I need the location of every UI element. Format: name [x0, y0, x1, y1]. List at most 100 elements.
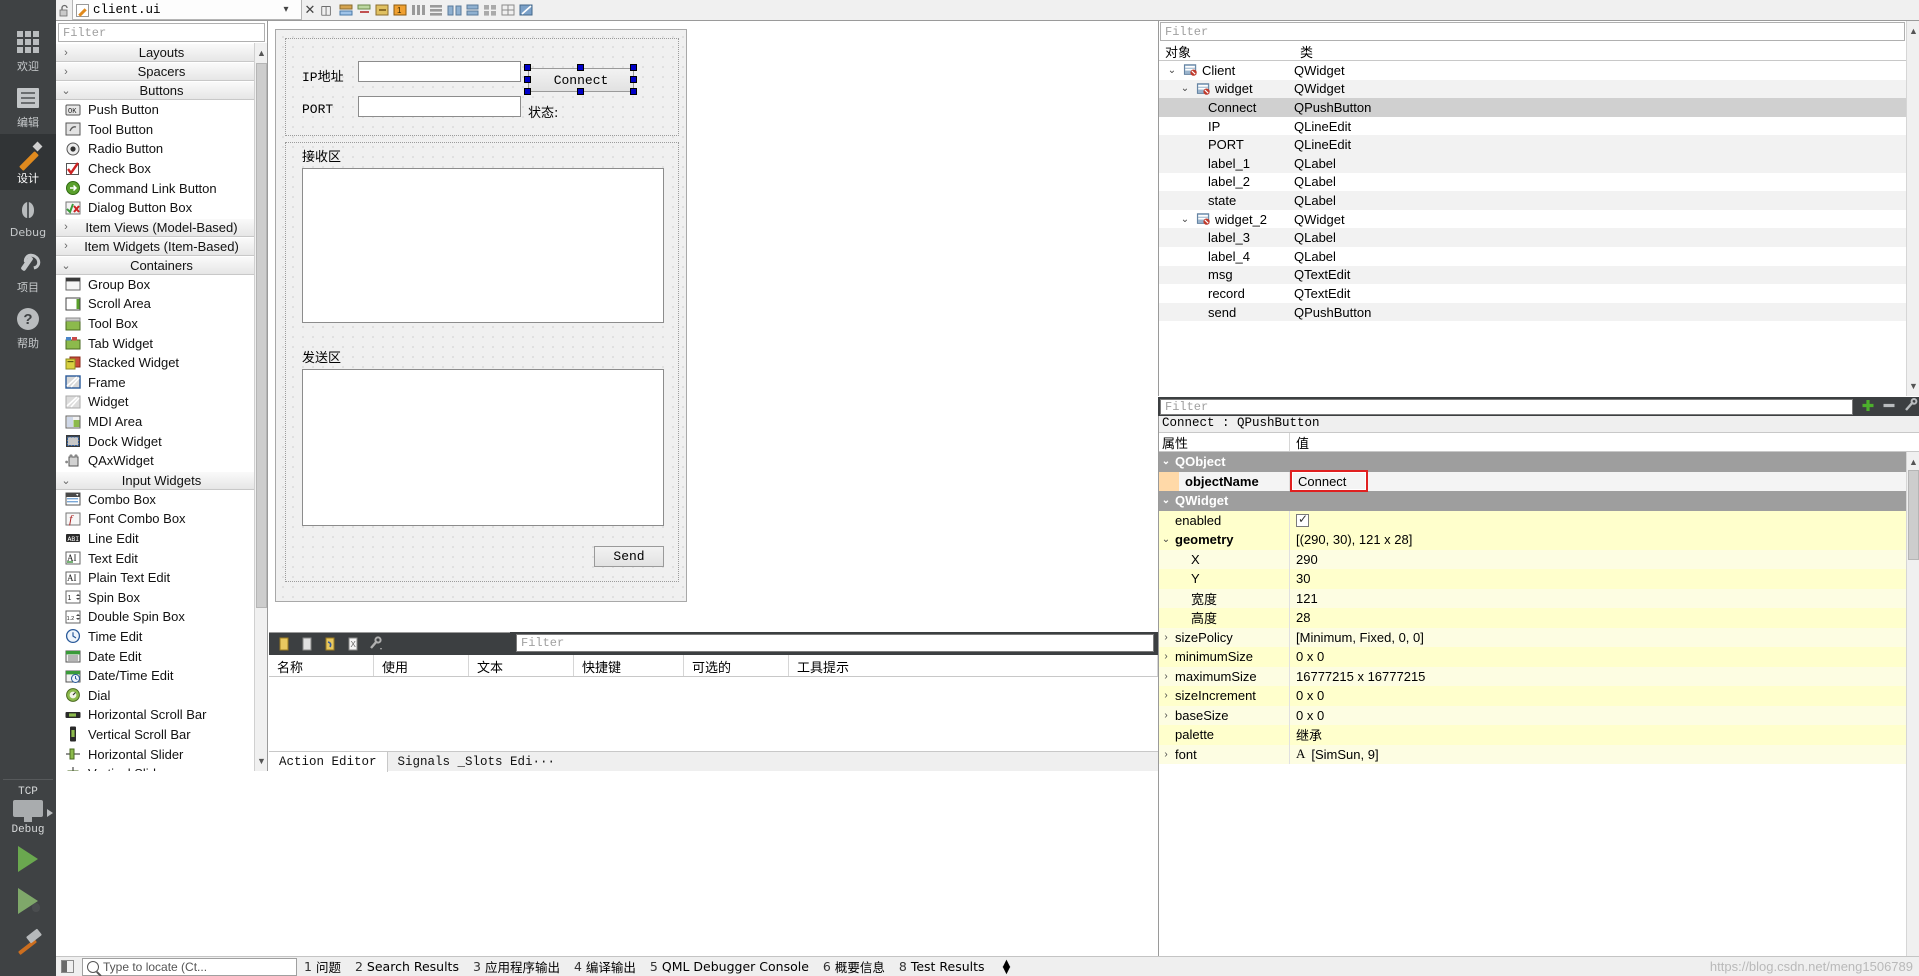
table-row[interactable]: msg QTextEdit: [1159, 265, 1919, 285]
table-row[interactable]: label_2 QLabel: [1159, 173, 1919, 192]
chevron-down-icon[interactable]: ⌄: [1159, 456, 1173, 467]
resize-handle-left[interactable]: [524, 76, 531, 83]
layout-horizontal-icon[interactable]: [428, 2, 445, 19]
table-row[interactable]: record QTextEdit: [1159, 284, 1919, 303]
widget-item-tab-widget[interactable]: Tab Widget: [56, 333, 267, 353]
tab-signals-slots-editor[interactable]: Signals _Slots Edi···: [388, 752, 566, 772]
scroll-down-icon[interactable]: ▼: [1907, 378, 1919, 394]
widget-item-horizontal-scroll-bar[interactable]: Horizontal Scroll Bar: [56, 705, 267, 725]
widget-item-spin-box[interactable]: 1 Spin Box: [56, 587, 267, 607]
form-textedit-record[interactable]: [302, 168, 664, 323]
table-row[interactable]: Connect QPushButton: [1159, 98, 1919, 117]
column-header-used[interactable]: 使用: [374, 655, 469, 676]
copy-icon[interactable]: [298, 635, 316, 653]
action-editor-filter[interactable]: Filter: [516, 634, 1154, 652]
table-row[interactable]: IP QLineEdit: [1159, 117, 1919, 136]
column-header-shortcut[interactable]: 快捷键: [574, 655, 684, 676]
locator-input[interactable]: Type to locate (Ct...: [82, 957, 297, 976]
widget-item-vertical-slider[interactable]: Vertical Slider: [56, 764, 267, 771]
chevron-right-icon[interactable]: ›: [1159, 651, 1173, 662]
object-inspector-scrollbar[interactable]: ▲ ▼: [1906, 21, 1919, 396]
delete-icon[interactable]: X: [344, 635, 362, 653]
property-row-font[interactable]: › font A [SimSun, 9]: [1159, 744, 1919, 764]
column-header-tooltip[interactable]: 工具提示: [789, 655, 1158, 676]
chevron-right-icon[interactable]: ›: [1159, 632, 1173, 643]
widget-item-horizontal-slider[interactable]: Horizontal Slider: [56, 744, 267, 764]
run-button[interactable]: [0, 838, 56, 880]
widget-item-widget[interactable]: Widget: [56, 392, 267, 412]
unlock-icon[interactable]: [56, 0, 72, 20]
resize-handle-bottom-right[interactable]: [630, 88, 637, 95]
table-row[interactable]: send QPushButton: [1159, 302, 1919, 322]
form-label-receive[interactable]: 接收区: [302, 146, 341, 165]
status-tab-test-results[interactable]: 8 Test Results: [892, 957, 992, 976]
edit-signals-slots-icon[interactable]: [356, 2, 373, 19]
widget-item-check-box[interactable]: Check Box: [56, 159, 267, 179]
widget-category-layouts[interactable]: › Layouts: [56, 43, 267, 62]
chevron-down-icon[interactable]: ⌄: [1178, 214, 1192, 225]
table-row[interactable]: label_4 QLabel: [1159, 247, 1919, 266]
property-value[interactable]: [Minimum, Fixed, 0, 0]: [1290, 627, 1919, 647]
widget-box-filter[interactable]: Filter: [58, 23, 265, 42]
property-row-geometry[interactable]: ⌄ geometry [(290, 30), 121 x 28]: [1159, 530, 1919, 550]
form-button-send[interactable]: Send: [594, 546, 664, 567]
status-tab-application-output[interactable]: 3 应用程序输出: [466, 957, 567, 976]
objectname-input[interactable]: Connect: [1290, 470, 1368, 493]
property-row-maximumsize[interactable]: › maximumSize 16777215 x 16777215: [1159, 666, 1919, 686]
status-tabs-overflow-icon[interactable]: ▲ ▼: [992, 957, 1018, 976]
widget-item-scroll-area[interactable]: Scroll Area: [56, 294, 267, 314]
file-tab[interactable]: client.ui ▾: [72, 0, 302, 20]
widget-item-text-edit[interactable]: AI Text Edit: [56, 548, 267, 568]
widget-category-containers[interactable]: ⌄ Containers: [56, 255, 267, 275]
form-window[interactable]: IP地址 PORT Connect 状态: 接收区 发送区 Send: [275, 29, 687, 602]
form-label-send-area[interactable]: 发送区: [302, 347, 341, 366]
widget-item-stacked-widget[interactable]: Stacked Widget: [56, 353, 267, 373]
new-action-icon[interactable]: [275, 635, 293, 653]
property-value[interactable]: [(290, 30), 121 x 28]: [1290, 530, 1919, 550]
property-group-qobject[interactable]: ⌄ QObject: [1159, 452, 1919, 472]
column-header-class[interactable]: 类: [1294, 42, 1919, 61]
widget-item-line-edit[interactable]: ABI Line Edit: [56, 529, 267, 549]
property-row-basesize[interactable]: › baseSize 0 x 0: [1159, 705, 1919, 725]
property-group-qwidget[interactable]: ⌄ QWidget: [1159, 491, 1919, 511]
property-value[interactable]: 290: [1290, 549, 1919, 569]
sidebar-toggle-icon[interactable]: [56, 957, 78, 976]
scrollbar-thumb[interactable]: [256, 63, 267, 608]
widget-box-scrollbar[interactable]: ▲ ▼: [254, 43, 267, 771]
widget-item-tool-box[interactable]: Tool Box: [56, 314, 267, 334]
close-icon[interactable]: ✕: [302, 2, 318, 18]
chevron-down-icon[interactable]: ⌄: [1159, 495, 1173, 506]
mode-design[interactable]: 设计: [0, 134, 56, 190]
property-row-y[interactable]: Y 30: [1159, 569, 1919, 589]
property-value[interactable]: 继承: [1290, 725, 1919, 745]
layout-splitter-h-icon[interactable]: [446, 2, 463, 19]
scroll-down-icon[interactable]: ▼: [255, 753, 267, 769]
property-row-x[interactable]: X 290: [1159, 549, 1919, 569]
widget-item-double-spin-box[interactable]: 1.2 Double Spin Box: [56, 607, 267, 627]
widget-category-item-widgets[interactable]: › Item Widgets (Item-Based): [56, 236, 267, 256]
mode-welcome[interactable]: 欢迎: [0, 22, 56, 78]
form-textedit-msg[interactable]: [302, 369, 664, 526]
widget-item-push-button[interactable]: OK Push Button: [56, 100, 267, 120]
status-tab-issues[interactable]: 1 问题: [297, 957, 348, 976]
layout-splitter-v-icon[interactable]: [464, 2, 481, 19]
table-row[interactable]: state QLabel: [1159, 191, 1919, 210]
property-editor-scrollbar[interactable]: ▲ ▼: [1906, 452, 1919, 976]
resize-handle-bottom-left[interactable]: [524, 88, 531, 95]
status-tab-qml-debugger-console[interactable]: 5 QML Debugger Console: [643, 957, 816, 976]
widget-item-date-edit[interactable]: Date Edit: [56, 646, 267, 666]
widget-category-item-views[interactable]: › Item Views (Model-Based): [56, 217, 267, 237]
widget-item-font-combo-box[interactable]: f Font Combo Box: [56, 509, 267, 529]
column-header-object[interactable]: 对象: [1159, 42, 1294, 61]
property-value[interactable]: 30: [1290, 569, 1919, 589]
form-lineedit-port[interactable]: [358, 96, 521, 117]
widget-item-mdi-area[interactable]: MDI Area: [56, 412, 267, 432]
chevron-down-icon[interactable]: ⌄: [1159, 534, 1173, 545]
status-tab-search-results[interactable]: 2 Search Results: [348, 957, 466, 976]
enabled-checkbox[interactable]: [1296, 512, 1309, 527]
tab-action-editor[interactable]: Action Editor: [269, 751, 388, 772]
property-row-sizepolicy[interactable]: › sizePolicy [Minimum, Fixed, 0, 0]: [1159, 627, 1919, 647]
widget-item-vertical-scroll-bar[interactable]: Vertical Scroll Bar: [56, 725, 267, 745]
widget-item-dialog-button-box[interactable]: Dialog Button Box: [56, 198, 267, 218]
object-inspector-filter[interactable]: Filter: [1160, 22, 1905, 41]
